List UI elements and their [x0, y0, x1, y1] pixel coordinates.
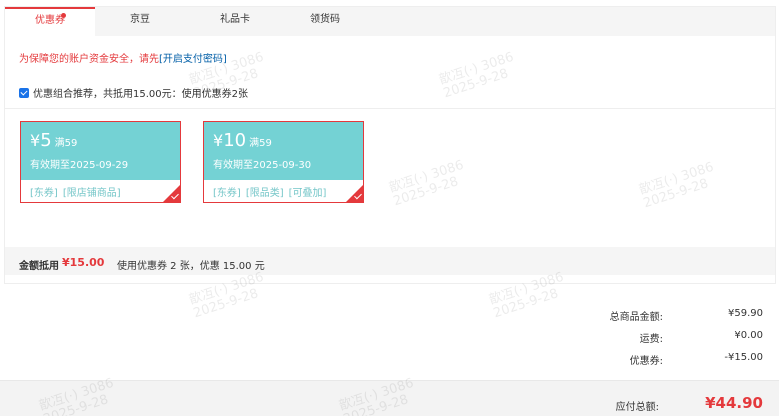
divider	[5, 108, 775, 109]
combo-checkbox[interactable]	[19, 88, 29, 98]
tab-gift-card[interactable]: 礼品卡	[205, 7, 265, 36]
tab-redeem-code-label: 领货码	[310, 14, 340, 25]
coupon-tag: [东券]	[213, 188, 241, 199]
shipping-label: 运费:	[639, 334, 663, 345]
coupon-tag: [东券]	[30, 188, 58, 199]
tab-jingdou-label: 京豆	[130, 14, 150, 25]
coupon-card[interactable]: ¥5 满59 有效期至2025-09-29 [东券] [限店铺商品]	[20, 121, 181, 203]
discount-tabs: 优惠券 京豆 礼品卡 领货码	[5, 7, 775, 37]
shipping-value: ¥0.00	[734, 330, 763, 341]
total-goods-label: 总商品金额:	[609, 312, 663, 323]
coupon-condition: 满59	[54, 138, 78, 149]
coupon-panel: 优惠券 京豆 礼品卡 领货码 为保障您的账户资金安全，请先[开启支付密码] 优惠…	[4, 6, 776, 284]
coupon-validity: 有效期至2025-09-30	[213, 160, 312, 171]
tab-jingdou[interactable]: 京豆	[115, 7, 165, 36]
coupon-validity: 有效期至2025-09-29	[30, 160, 129, 171]
coupon-condition: 满59	[249, 138, 272, 149]
combo-text: 优惠组合推荐，共抵用15.00元：使用优惠券2张	[33, 89, 248, 100]
coupon-discount-row: 优惠券: -¥15.00	[563, 352, 763, 367]
total-goods-value: ¥59.90	[728, 308, 763, 319]
security-notice-text: 为保障您的账户资金安全，请先	[19, 54, 159, 65]
payable-value: ¥44.90	[705, 394, 763, 412]
tab-redeem-code[interactable]: 领货码	[295, 7, 355, 36]
enable-payment-password-link[interactable]: [开启支付密码]	[159, 54, 227, 65]
tab-gift-card-label: 礼品卡	[220, 14, 250, 25]
deduction-label: 金额抵用	[19, 261, 59, 272]
coupon-amount: ¥10 满59	[213, 130, 272, 151]
coupon-tag: [限品类]	[245, 188, 284, 199]
deduction-desc: 使用优惠券 2 张，优惠 15.00 元	[117, 261, 265, 272]
shipping-row: 运费: ¥0.00	[563, 330, 763, 345]
deduction-summary: 金额抵用 ¥15.00 使用优惠券 2 张，优惠 15.00 元	[5, 247, 775, 275]
deduction-amount: ¥15.00	[62, 256, 105, 269]
payable-label: 应付总额:	[615, 402, 659, 413]
payable-bar: 应付总额: ¥44.90	[0, 380, 779, 416]
coupon-discount-value: -¥15.00	[724, 352, 763, 363]
coupon-discount-label: 优惠券:	[629, 356, 663, 367]
new-dot-icon	[61, 13, 66, 18]
coupon-header: ¥5 满59 有效期至2025-09-29	[21, 122, 180, 180]
coupon-tags: [东券] [限店铺商品]	[30, 184, 126, 199]
combo-recommend[interactable]: 优惠组合推荐，共抵用15.00元：使用优惠券2张	[19, 85, 248, 100]
security-notice: 为保障您的账户资金安全，请先[开启支付密码]	[19, 50, 227, 65]
coupon-card[interactable]: ¥10 满59 有效期至2025-09-30 [东券] [限品类] [可叠加]	[203, 121, 364, 203]
coupon-tag: [限店铺商品]	[62, 188, 121, 199]
coupon-amount: ¥5 满59	[30, 130, 78, 151]
coupon-tag: [可叠加]	[288, 188, 327, 199]
tab-coupons[interactable]: 优惠券	[5, 7, 95, 37]
coupon-header: ¥10 满59 有效期至2025-09-30	[204, 122, 363, 180]
total-goods-row: 总商品金额: ¥59.90	[563, 308, 763, 323]
coupon-tags: [东券] [限品类] [可叠加]	[213, 184, 331, 199]
